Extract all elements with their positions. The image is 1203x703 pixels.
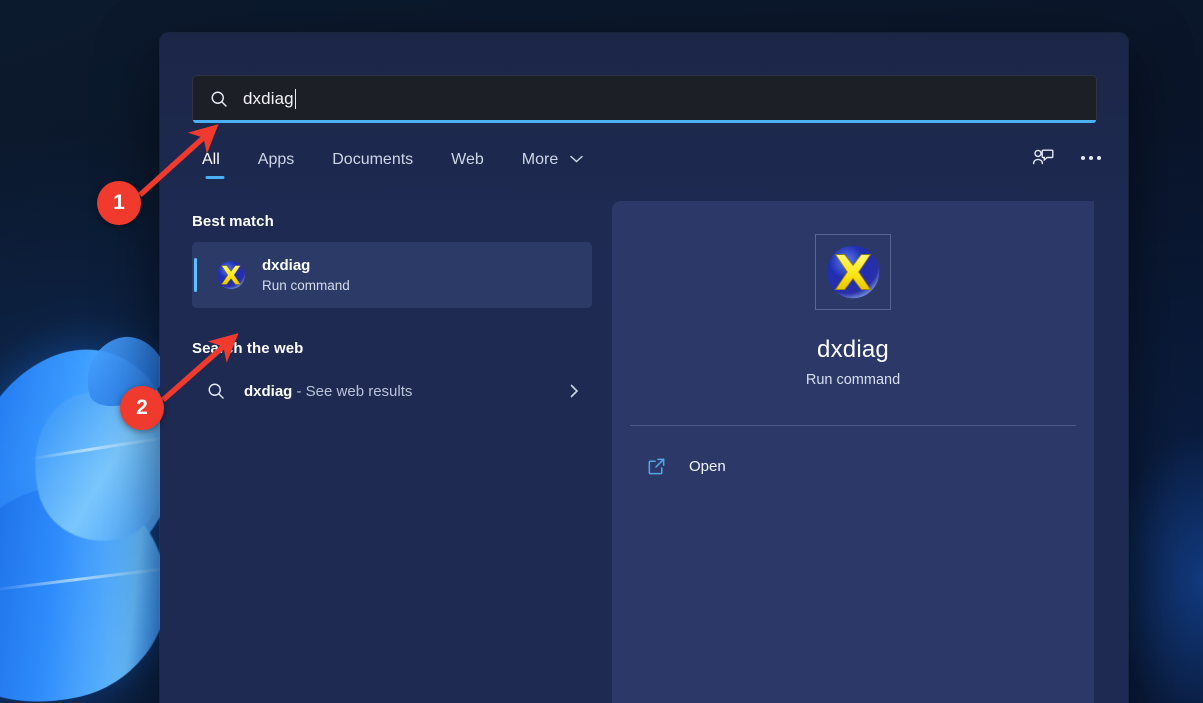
search-header: dxdiag All Apps Documents Web More	[160, 33, 1128, 201]
detail-divider	[630, 425, 1076, 426]
tab-all[interactable]: All	[192, 145, 239, 181]
open-action-label: Open	[689, 458, 726, 475]
search-input-value: dxdiag	[243, 89, 294, 109]
selection-indicator	[194, 258, 197, 292]
tab-documents-label: Documents	[332, 151, 413, 168]
best-match-title: dxdiag	[262, 256, 350, 275]
results-column: Best match	[160, 201, 612, 703]
search-icon	[206, 381, 226, 401]
web-result-query: dxdiag	[244, 383, 292, 400]
tab-apps[interactable]: Apps	[239, 145, 313, 181]
search-input[interactable]: dxdiag	[192, 75, 1097, 123]
header-actions	[1030, 145, 1104, 171]
feedback-icon[interactable]	[1030, 145, 1056, 171]
search-input-accent-line	[193, 120, 1096, 123]
tab-active-underline	[206, 176, 225, 179]
tab-more[interactable]: More	[503, 145, 602, 181]
tab-all-label: All	[202, 151, 220, 168]
tab-more-label: More	[522, 151, 558, 168]
detail-panel: dxdiag Run command Open	[612, 201, 1094, 703]
web-result-suffix: - See web results	[292, 383, 412, 400]
open-action-button[interactable]: Open	[630, 446, 1076, 486]
detail-app-subtitle: Run command	[612, 372, 1094, 388]
best-match-subtitle: Run command	[262, 276, 350, 295]
ellipsis-dots	[1081, 156, 1101, 160]
tab-apps-label: Apps	[258, 151, 294, 168]
web-result-row[interactable]: dxdiag - See web results	[192, 369, 592, 413]
search-icon	[209, 89, 229, 109]
search-tabs: All Apps Documents Web More	[192, 145, 602, 181]
dxdiag-icon	[825, 244, 881, 300]
more-options-icon[interactable]	[1078, 145, 1104, 171]
tab-web[interactable]: Web	[432, 145, 503, 181]
web-result-label: dxdiag - See web results	[244, 383, 566, 400]
open-external-icon	[646, 456, 667, 477]
tab-documents[interactable]: Documents	[313, 145, 432, 181]
best-match-result[interactable]: dxdiag Run command	[192, 242, 592, 308]
search-input-text: dxdiag	[243, 89, 296, 109]
detail-app-name: dxdiag	[612, 336, 1094, 364]
chevron-right-icon	[566, 383, 582, 399]
search-the-web-section-title: Search the web	[192, 340, 592, 357]
best-match-text: dxdiag Run command	[262, 256, 350, 295]
best-match-section-title: Best match	[192, 213, 592, 230]
dxdiag-icon	[216, 260, 246, 290]
chevron-down-icon	[570, 155, 583, 163]
detail-app-tile	[815, 234, 891, 310]
search-body: Best match	[160, 201, 1128, 703]
search-window: dxdiag All Apps Documents Web More	[160, 33, 1128, 703]
text-caret	[295, 89, 296, 109]
tab-web-label: Web	[451, 151, 484, 168]
